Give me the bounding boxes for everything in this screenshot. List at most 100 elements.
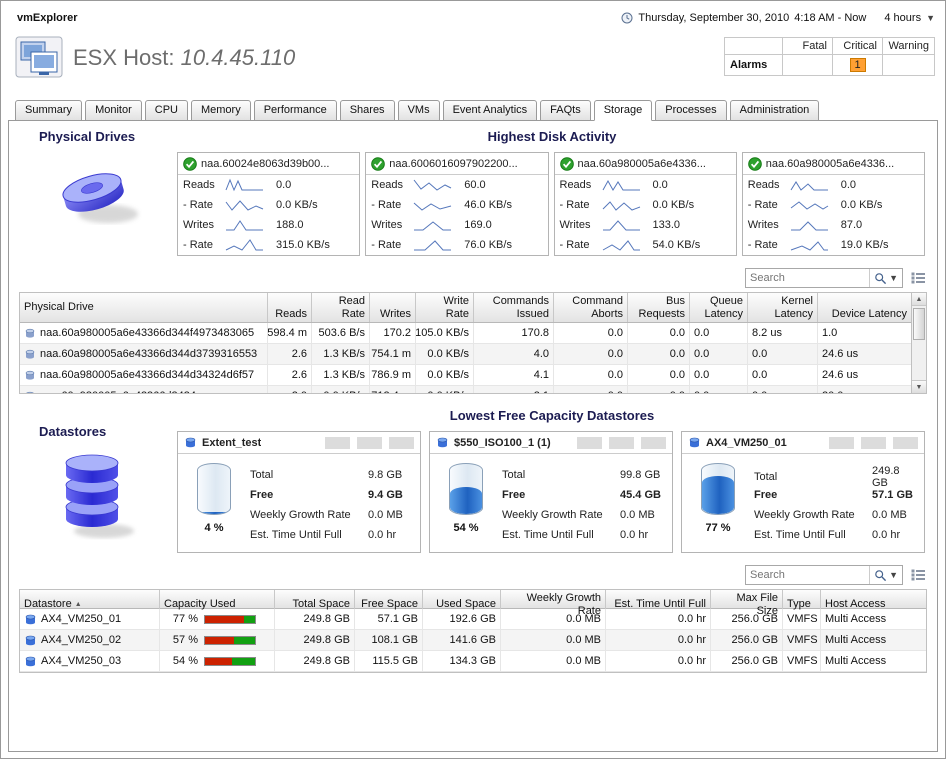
metric-value: 87.0 — [836, 219, 919, 231]
card-header-placeholders — [577, 437, 666, 449]
stat-label: Total — [754, 471, 872, 483]
metric-value: 0.0 — [271, 179, 354, 191]
scroll-down-button[interactable]: ▼ — [912, 380, 926, 393]
table-row-partial[interactable]: naa.60a980005a6e43366d3434 2.0 0.0 KB/s … — [20, 386, 911, 393]
metric-row: - Rate315.0 KB/s — [178, 235, 359, 255]
cell-type: VMFS — [783, 630, 821, 651]
cell-est-time-until-full: 0.0 hr — [606, 630, 711, 651]
column-header-command-aborts[interactable]: Command Aborts — [554, 293, 628, 322]
search-icon[interactable] — [874, 569, 887, 582]
table-row[interactable]: AX4_VM250_02 57 % 249.8 GB 108.1 GB 141.… — [20, 630, 926, 651]
metric-label: Writes — [183, 219, 225, 231]
column-header-read-rate[interactable]: Read Rate — [312, 293, 370, 322]
cell-command-aborts: 0.0 — [554, 344, 628, 365]
drive-card[interactable]: naa.60024e8063d39b00... Reads0.0 - Rate0… — [177, 152, 360, 256]
tab-vms[interactable]: VMs — [398, 100, 440, 121]
metric-value: 133.0 — [648, 219, 731, 231]
critical-count-badge[interactable]: 1 — [850, 58, 866, 72]
stat-value: 249.8 GB — [872, 465, 916, 489]
capacity-gauge — [449, 463, 483, 515]
drive-card[interactable]: naa.60a980005a6e4336... Reads0.0 - Rate0… — [554, 152, 737, 256]
esx-host-icon — [15, 35, 65, 81]
search-options[interactable]: ▼ — [869, 566, 902, 584]
metric-value: 19.0 KB/s — [836, 239, 919, 251]
cell-weekly-growth-rate: 0.0 MB — [501, 630, 606, 651]
table-row[interactable]: AX4_VM250_03 54 % 249.8 GB 115.5 GB 134.… — [20, 651, 926, 672]
search-options[interactable]: ▼ — [869, 269, 902, 287]
table-row[interactable]: naa.60a980005a6e43366d344d34324d6f57 2.6… — [20, 365, 911, 386]
datastores-section: Datastores — [19, 408, 927, 553]
cell-free-space: 57.1 GB — [355, 609, 423, 630]
search-dropdown-caret-icon[interactable]: ▼ — [889, 570, 898, 580]
stat-label: Est. Time Until Full — [502, 529, 620, 541]
table-row[interactable]: naa.60a980005a6e43366d344d3739316553 2.6… — [20, 344, 911, 365]
tab-administration[interactable]: Administration — [730, 100, 820, 121]
chevron-down-icon[interactable]: ▼ — [926, 13, 935, 23]
stat-row: Total99.8 GB — [502, 465, 664, 485]
tab-cpu[interactable]: CPU — [145, 100, 188, 121]
datastore-name: $550_ISO100_1 (1) — [454, 437, 551, 449]
vertical-scrollbar[interactable]: ▲ ▼ — [912, 292, 927, 394]
alarms-column-warning: Warning — [883, 38, 935, 55]
column-header-reads[interactable]: Reads — [268, 293, 312, 322]
search-input[interactable] — [746, 569, 869, 581]
table-customizer-icon[interactable] — [911, 272, 925, 284]
stat-value: 99.8 GB — [620, 469, 664, 481]
tab-memory[interactable]: Memory — [191, 100, 251, 121]
datastore-card[interactable]: AX4_VM250_01 77 % Total249.8 GB Free57.1… — [681, 431, 925, 553]
column-header-write-rate[interactable]: Write Rate — [416, 293, 474, 322]
status-ok-icon — [371, 157, 385, 171]
drive-card[interactable]: naa.60a980005a6e4336... Reads0.0 - Rate0… — [742, 152, 925, 256]
scroll-thumb[interactable] — [913, 308, 925, 340]
search-icon[interactable] — [874, 272, 887, 285]
tab-bar: Summary Monitor CPU Memory Performance S… — [1, 99, 945, 120]
table-row[interactable]: naa.60a980005a6e43366d344f4973483065 598… — [20, 323, 911, 344]
metric-label: - Rate — [183, 239, 225, 251]
column-header-kernel-latency[interactable]: Kernel Latency — [748, 293, 818, 322]
capacity-gauge — [197, 463, 231, 515]
cell-host-access: Multi Access — [821, 609, 926, 630]
physical-drive-icon — [46, 154, 150, 232]
table-customizer-icon[interactable] — [911, 569, 925, 581]
tab-event-analytics[interactable]: Event Analytics — [443, 100, 538, 121]
gauge-fill — [450, 487, 482, 514]
column-header-physical-drive[interactable]: Physical Drive — [20, 293, 268, 322]
cell-device-latency: 1.0 — [818, 323, 911, 344]
tab-faqts[interactable]: FAQts — [540, 100, 591, 121]
column-header-bus-requests[interactable]: Bus Requests — [628, 293, 690, 322]
disk-activity-cards: naa.60024e8063d39b00... Reads0.0 - Rate 0… — [177, 152, 927, 256]
sparkline — [225, 237, 265, 253]
tab-shares[interactable]: Shares — [340, 100, 395, 121]
stat-row: Est. Time Until Full0.0 hr — [502, 525, 664, 545]
column-header-device-latency[interactable]: Device Latency — [818, 293, 911, 322]
datastore-card[interactable]: $550_ISO100_1 (1) 54 % Total99.8 GB Free… — [429, 431, 673, 553]
stat-value: 0.0 hr — [620, 529, 664, 541]
page-title: ESX Host: 10.4.45.110 — [73, 45, 295, 71]
gauge-percent: 77 % — [705, 522, 730, 534]
table-row[interactable]: AX4_VM250_01 77 % 249.8 GB 57.1 GB 192.6… — [20, 609, 926, 630]
tab-performance[interactable]: Performance — [254, 100, 337, 121]
tab-storage[interactable]: Storage — [594, 100, 653, 121]
drive-card[interactable]: naa.6006016097902200... Reads60.0 - Rate… — [365, 152, 548, 256]
time-duration: 4 hours — [884, 12, 921, 24]
search-dropdown-caret-icon[interactable]: ▼ — [889, 273, 898, 283]
scroll-up-button[interactable]: ▲ — [912, 293, 926, 306]
drive-name: naa.60024e8063d39b00... — [201, 158, 329, 170]
tab-processes[interactable]: Processes — [655, 100, 726, 121]
sparkline — [413, 197, 453, 213]
search-input[interactable] — [746, 272, 869, 284]
tab-summary[interactable]: Summary — [15, 100, 82, 121]
stat-value: 0.0 MB — [872, 509, 916, 521]
sparkline — [225, 217, 265, 233]
tab-monitor[interactable]: Monitor — [85, 100, 142, 121]
cell-used-space: 192.6 GB — [423, 609, 501, 630]
column-header-commands-issued[interactable]: Commands Issued — [474, 293, 554, 322]
metric-row: Writes87.0 — [743, 215, 924, 235]
sort-asc-icon: ▲ — [75, 601, 82, 609]
metric-row: Reads0.0 — [555, 175, 736, 195]
column-header-writes[interactable]: Writes — [370, 293, 416, 322]
metric-value: 0.0 KB/s — [648, 199, 731, 211]
datastore-card[interactable]: Extent_test 4 % Total9.8 GB Free9.4 GB — [177, 431, 421, 553]
column-header-queue-latency[interactable]: Queue Latency — [690, 293, 748, 322]
time-range-control[interactable]: Thursday, September 30, 2010 4:18 AM - N… — [621, 12, 935, 24]
